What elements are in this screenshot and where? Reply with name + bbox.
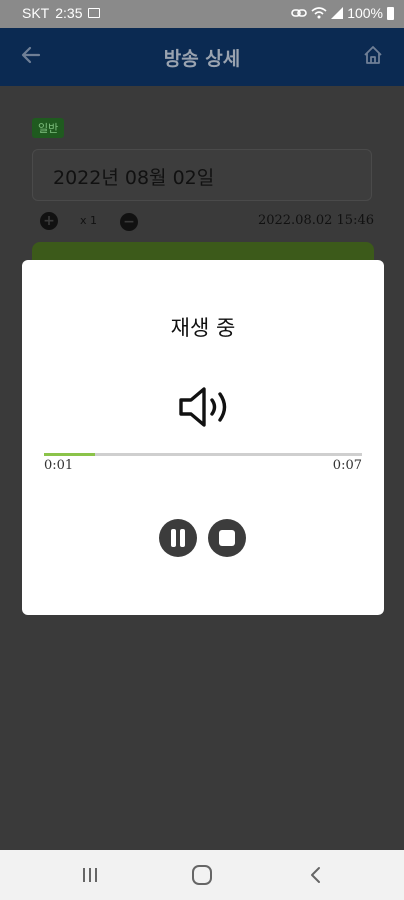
- pause-icon: [170, 529, 186, 547]
- total-time: 0:07: [332, 458, 362, 473]
- stop-icon: [219, 530, 235, 546]
- system-nav-bar: [0, 850, 404, 900]
- speaker-icon: [179, 387, 227, 427]
- category-badge: 일반: [32, 118, 65, 138]
- status-bar: SKT 2:35 100%: [0, 0, 404, 28]
- back-chevron-icon[interactable]: [306, 864, 326, 886]
- dialog-title: 재생 중: [170, 316, 236, 340]
- date-field: 2022년 08월 02일: [32, 149, 372, 201]
- speed-label: x 1: [80, 214, 98, 227]
- link-icon: [291, 9, 307, 17]
- status-right: 100%: [291, 5, 394, 21]
- carrier-label: SKT: [22, 5, 50, 21]
- recents-icon[interactable]: [80, 867, 100, 883]
- home-icon[interactable]: [362, 44, 384, 66]
- minus-icon[interactable]: −: [120, 213, 138, 231]
- plus-icon[interactable]: +: [40, 212, 58, 230]
- speed-controls: + x 1 − 2022.08.02 15:46: [40, 212, 380, 232]
- signal-icon: [331, 7, 344, 19]
- player-dialog: 재생 중 0:01 0:07: [22, 260, 384, 615]
- home-circle-icon[interactable]: [192, 865, 212, 885]
- progress-track[interactable]: [44, 453, 362, 456]
- image-icon: [88, 8, 101, 18]
- current-time: 0:01: [44, 458, 74, 473]
- battery-icon: [387, 6, 394, 20]
- stop-button[interactable]: [208, 519, 246, 557]
- date-label: 2022년 08월 02일: [53, 167, 215, 189]
- page-title: 방송 상세: [163, 48, 241, 70]
- pause-button[interactable]: [159, 519, 197, 557]
- status-left: SKT 2:35: [22, 5, 101, 21]
- timestamp-label: 2022.08.02 15:46: [257, 213, 374, 228]
- battery-label: 100%: [347, 5, 383, 21]
- progress-fill: [44, 453, 95, 456]
- clock-label: 2:35: [55, 5, 83, 21]
- app-bar: 방송 상세: [0, 28, 404, 86]
- wifi-icon: [311, 7, 327, 19]
